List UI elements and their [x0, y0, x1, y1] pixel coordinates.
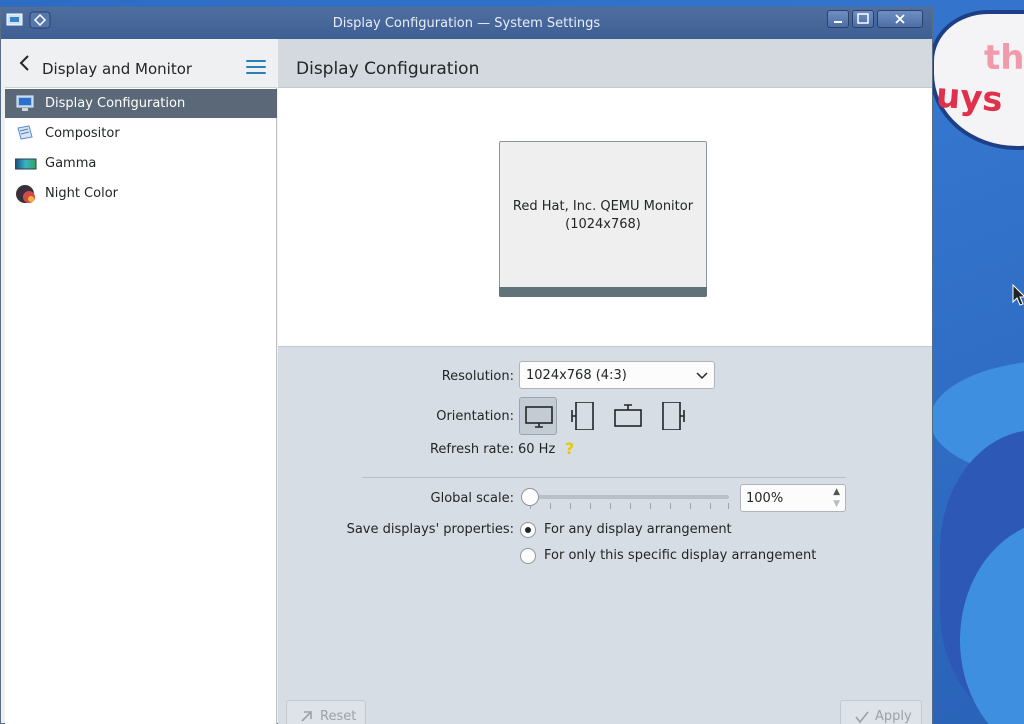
wallpaper-art-2: uys	[934, 75, 1004, 121]
hamburger-icon	[246, 60, 266, 62]
reset-button[interactable]: Reset	[286, 700, 366, 724]
flipped-monitor-icon	[614, 404, 642, 427]
display-icon	[15, 94, 35, 113]
radio-specific-arrangement-label[interactable]: For only this specific display arrangeme…	[544, 548, 816, 563]
slider-tick	[570, 503, 571, 509]
global-scale-slider[interactable]	[521, 486, 733, 509]
orientation-portrait-left-button[interactable]	[564, 397, 602, 435]
monitor-name: Red Hat, Inc. QEMU Monitor	[512, 199, 694, 214]
sidebar-item-label: Display Configuration	[45, 96, 186, 111]
slider-groove	[525, 495, 729, 499]
slider-tick	[610, 503, 611, 509]
compositor-icon	[15, 124, 35, 143]
landscape-monitor-icon	[525, 406, 553, 428]
sidebar-item-label: Compositor	[45, 126, 120, 141]
radio-any-arrangement[interactable]	[520, 522, 536, 538]
slider-tick	[590, 503, 591, 509]
sidebar-item-label: Night Color	[45, 186, 118, 201]
page-title: Display Configuration	[296, 59, 480, 79]
gamma-icon	[14, 154, 37, 173]
chevron-left-icon	[19, 55, 29, 71]
orientation-portrait-right-button[interactable]	[654, 397, 692, 435]
save-properties-label: Save displays' properties:	[346, 522, 514, 537]
refresh-rate-label: Refresh rate:	[429, 442, 514, 457]
checkmark-icon	[855, 711, 869, 724]
monitor-bottom-bar	[499, 287, 707, 297]
sidebar-header: Display and Monitor	[5, 39, 277, 88]
apply-button[interactable]: Apply	[840, 700, 922, 724]
radio-any-arrangement-label[interactable]: For any display arrangement	[544, 522, 732, 537]
spin-down-icon[interactable]: ▼	[833, 499, 840, 509]
resolution-label: Resolution:	[441, 369, 514, 384]
spin-up-icon[interactable]: ▲	[833, 487, 840, 497]
radio-specific-arrangement[interactable]	[520, 548, 536, 564]
refresh-rate-value: 60 Hz	[518, 442, 556, 457]
section-divider	[362, 477, 846, 478]
slider-tick	[690, 503, 691, 509]
monitor-label: Red Hat, Inc. QEMU Monitor (1024x768)	[500, 198, 706, 234]
sidebar-item-night-color[interactable]: Night Color	[5, 179, 277, 208]
monitor-resolution: (1024x768)	[565, 217, 641, 232]
night-color-icon	[15, 184, 35, 203]
slider-tick	[670, 503, 671, 509]
maximize-button[interactable]	[852, 10, 874, 28]
sidebar-item-display-configuration[interactable]: Display Configuration	[5, 89, 277, 118]
system-settings-window: Display Configuration — System Settings …	[0, 7, 933, 724]
resolution-value: 1024x768 (4:3)	[526, 368, 627, 383]
chevron-down-icon	[696, 372, 708, 380]
sidebar-item-compositor[interactable]: Compositor	[5, 119, 277, 148]
window-titlebar[interactable]: Display Configuration — System Settings	[1, 8, 932, 39]
slider-tick	[550, 503, 551, 509]
portrait-right-monitor-icon	[662, 402, 685, 430]
help-question-icon[interactable]: ?	[565, 439, 574, 458]
slider-tick	[728, 503, 729, 509]
monitor-output[interactable]: Red Hat, Inc. QEMU Monitor (1024x768)	[499, 141, 707, 297]
orientation-landscape-button[interactable]	[519, 397, 557, 435]
reset-label: Reset	[320, 709, 357, 724]
sidebar-item-label: Gamma	[45, 156, 97, 171]
hamburger-menu-button[interactable]	[246, 60, 266, 76]
sidebar-title: Display and Monitor	[42, 60, 193, 78]
slider-tick	[630, 503, 631, 509]
global-scale-spinbox[interactable]: 100% ▲ ▼	[740, 484, 846, 512]
screen-layout-preview: Red Hat, Inc. QEMU Monitor (1024x768)	[278, 88, 932, 347]
global-scale-value: 100%	[746, 491, 784, 506]
close-button[interactable]	[877, 10, 923, 28]
window-title: Display Configuration — System Settings	[332, 16, 601, 31]
minimize-button[interactable]	[827, 10, 849, 28]
orientation-landscape-flipped-button[interactable]	[609, 397, 647, 435]
reset-icon	[301, 711, 312, 722]
sidebar-item-gamma[interactable]: Gamma	[5, 149, 277, 178]
portrait-left-monitor-icon	[571, 402, 594, 430]
back-button[interactable]	[17, 53, 33, 73]
sidebar: Display and Monitor Display Configuratio…	[5, 39, 277, 724]
resolution-select[interactable]: 1024x768 (4:3)	[519, 361, 715, 389]
apply-label: Apply	[875, 709, 912, 724]
orientation-label: Orientation:	[436, 409, 514, 424]
wallpaper-art: th	[984, 38, 1024, 78]
global-scale-label: Global scale:	[430, 491, 514, 506]
main-header: Display Configuration	[278, 39, 932, 88]
slider-handle[interactable]	[521, 488, 539, 506]
mouse-cursor-icon	[1012, 284, 1024, 306]
slider-tick	[710, 503, 711, 509]
slider-tick	[650, 503, 651, 509]
main-panel: Display Configuration Red Hat, Inc. QEMU…	[278, 39, 932, 724]
